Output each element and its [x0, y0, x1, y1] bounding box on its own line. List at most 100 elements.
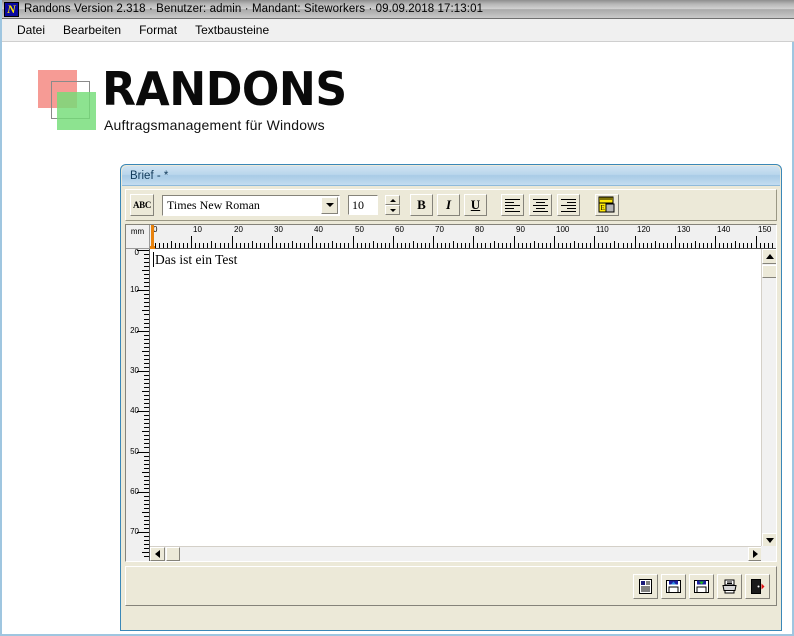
ruler-tick-label: 150 [758, 225, 772, 234]
print-button[interactable] [717, 573, 742, 599]
ruler-minor-tick [606, 243, 607, 248]
underline-button[interactable]: U [464, 194, 487, 216]
vertical-scrollbar[interactable] [761, 249, 776, 548]
scroll-left-button[interactable] [150, 547, 165, 561]
text-editor-area[interactable]: Das ist ein Test [151, 250, 763, 546]
ruler-minor-tick [526, 243, 527, 248]
font-family-select[interactable]: Times New Roman [162, 194, 340, 216]
ruler-minor-tick [144, 524, 149, 525]
vertical-ruler[interactable]: 0 10 20 30 40 50 60 70 [126, 249, 150, 561]
vertical-scroll-thumb[interactable] [762, 265, 776, 278]
italic-button[interactable]: I [437, 194, 460, 216]
ruler-major-tick [715, 236, 716, 248]
font-size-stepper[interactable] [385, 195, 400, 215]
ruler-minor-tick [377, 243, 378, 248]
ruler-minor-tick [142, 391, 149, 392]
ruler-minor-tick [144, 419, 149, 420]
ruler-tick-label: 40 [314, 225, 323, 234]
ruler-minor-tick [144, 484, 149, 485]
ruler-minor-tick [768, 243, 769, 248]
font-family-value: Times New Roman [167, 197, 260, 212]
scroll-up-button[interactable] [762, 249, 776, 264]
ruler-tick-label: 110 [596, 225, 609, 234]
ruler-major-tick [433, 236, 434, 248]
ruler-minor-tick [441, 243, 442, 248]
ruler-minor-tick [144, 274, 149, 275]
ruler-minor-tick [739, 243, 740, 248]
left-margin-marker[interactable] [150, 246, 155, 249]
ruler-minor-tick [328, 243, 329, 248]
bold-button[interactable]: B [410, 194, 433, 216]
window-titlebar: N Randons Version 2.318 · Benutzer: admi… [2, 0, 794, 19]
font-size-input[interactable]: 10 [348, 195, 378, 215]
ruler-minor-tick [304, 243, 305, 248]
horizontal-scrollbar[interactable] [150, 546, 763, 561]
document-window-title: Brief - * [130, 169, 169, 182]
ruler-minor-tick [445, 243, 446, 248]
horizontal-ruler[interactable]: 0 10 20 30 40 50 60 70 80 90 100 110 120 130 140 150 [150, 225, 776, 249]
ruler-minor-tick [518, 243, 519, 248]
align-right-button[interactable] [557, 194, 580, 216]
ruler-minor-tick [490, 243, 491, 248]
ruler-minor-tick [260, 243, 261, 248]
ruler-minor-tick [236, 243, 237, 248]
toggle-ruler-button[interactable]: E [595, 194, 619, 216]
menu-textbausteine[interactable]: Textbausteine [186, 21, 278, 39]
ruler-minor-tick [538, 243, 539, 248]
ruler-minor-tick [365, 243, 366, 248]
align-left-button[interactable] [501, 194, 524, 216]
font-size-decrement[interactable] [385, 205, 400, 215]
mdi-client-area: RANDONS Auftragsmanagement für Windows B… [2, 42, 792, 634]
save-button[interactable] [689, 573, 714, 599]
ruler-minor-tick [683, 243, 684, 248]
ruler-major-tick [393, 236, 394, 248]
ruler-minor-tick [144, 306, 149, 307]
ruler-major-tick [272, 236, 273, 248]
document-text: Das ist ein Test [155, 252, 238, 267]
ruler-tick-label: 120 [637, 225, 651, 234]
ruler-minor-tick [695, 241, 696, 248]
ruler-minor-tick [574, 241, 575, 248]
load-button[interactable] [661, 573, 686, 599]
ruler-major-tick [514, 236, 515, 248]
ruler-minor-tick [144, 456, 149, 457]
ruler-minor-tick [244, 243, 245, 248]
ruler-minor-tick [240, 243, 241, 248]
exit-door-icon [751, 578, 765, 594]
ruler-minor-tick [179, 243, 180, 248]
exit-button[interactable] [745, 573, 770, 599]
document-window-titlebar[interactable]: Brief - * [122, 166, 780, 186]
ruler-minor-tick [144, 443, 149, 444]
ruler-minor-tick [228, 243, 229, 248]
ruler-minor-tick [610, 243, 611, 248]
ruler-minor-tick [187, 243, 188, 248]
ruler-minor-tick [144, 536, 149, 537]
ruler-tick-label: 30 [274, 225, 283, 234]
ruler-major-tick [312, 236, 313, 248]
ruler-minor-tick [409, 243, 410, 248]
spellcheck-button[interactable]: ABC [130, 194, 154, 216]
ruler-minor-tick [465, 243, 466, 248]
ruler-minor-tick [144, 439, 149, 440]
ruler-minor-tick [144, 323, 149, 324]
ruler-minor-tick [142, 270, 149, 271]
ruler-major-tick [554, 236, 555, 248]
ruler-tick-label: 100 [556, 225, 570, 234]
ruler-icon: E [598, 196, 615, 213]
ruler-minor-tick [144, 460, 149, 461]
chevron-down-icon[interactable] [321, 196, 338, 214]
font-size-increment[interactable] [385, 195, 400, 205]
horizontal-scroll-thumb[interactable] [166, 547, 180, 561]
preview-button[interactable] [633, 573, 658, 599]
ruler-unit-label: mm [126, 225, 150, 249]
ruler-minor-tick [385, 243, 386, 248]
ruler-minor-tick [292, 241, 293, 248]
ruler-minor-tick [481, 243, 482, 248]
align-center-button[interactable] [529, 194, 552, 216]
ruler-tick-label: 30 [130, 366, 139, 375]
ruler-minor-tick [598, 243, 599, 248]
ruler-minor-tick [711, 243, 712, 248]
menu-datei[interactable]: Datei [8, 21, 54, 39]
menu-format[interactable]: Format [130, 21, 186, 39]
menu-bearbeiten[interactable]: Bearbeiten [54, 21, 130, 39]
